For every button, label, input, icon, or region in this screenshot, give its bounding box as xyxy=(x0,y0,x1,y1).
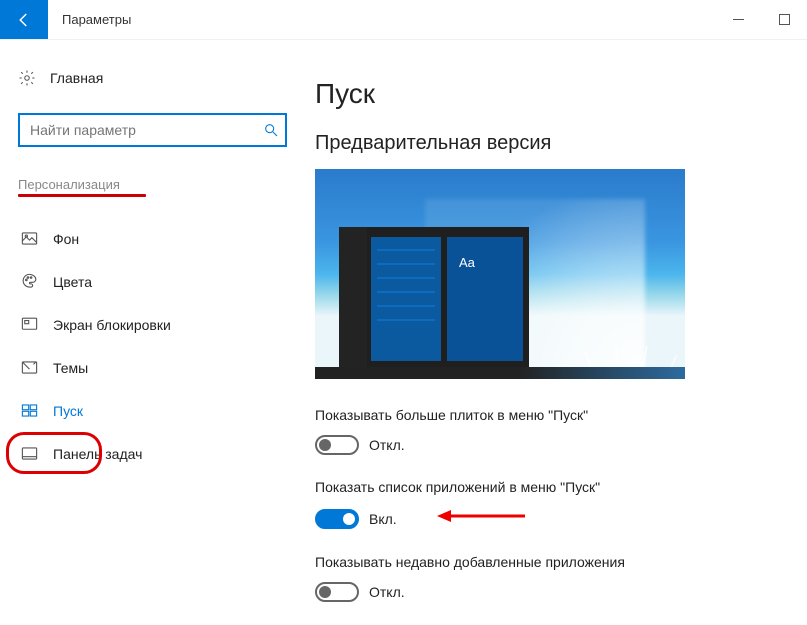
toggle-switch[interactable] xyxy=(315,435,359,455)
sidebar-item-label: Экран блокировки xyxy=(53,317,171,333)
taskbar-icon xyxy=(20,444,39,463)
home-nav[interactable]: Главная xyxy=(18,65,287,91)
toggle-label: Показать список приложений в меню "Пуск" xyxy=(315,479,787,495)
sidebar-item-label: Пуск xyxy=(53,403,83,419)
toggle-app-list: Показать список приложений в меню "Пуск"… xyxy=(315,479,787,530)
palette-icon xyxy=(20,272,39,291)
sidebar-item-background[interactable]: Фон xyxy=(18,217,287,260)
sidebar-item-label: Цвета xyxy=(53,274,92,290)
main-panel: Пуск Предварительная версия xyxy=(305,40,807,625)
content-area: Главная Персонализация Фон Цвета Экран б… xyxy=(0,40,807,625)
preview-start-menu: Aa xyxy=(339,227,529,367)
preview-tile-text: Aa xyxy=(447,237,523,270)
themes-icon xyxy=(20,358,39,377)
minimize-button[interactable] xyxy=(715,0,761,39)
red-arrow-annotation xyxy=(437,507,527,530)
preview-heading: Предварительная версия xyxy=(315,132,787,155)
section-header: Персонализация xyxy=(18,177,287,192)
page-title: Пуск xyxy=(315,78,787,110)
arrow-left-icon xyxy=(15,11,33,29)
home-label: Главная xyxy=(50,70,103,86)
toggle-state: Откл. xyxy=(369,437,405,453)
toggle-state: Откл. xyxy=(369,584,405,600)
toggle-label: Показывать больше плиток в меню "Пуск" xyxy=(315,407,787,423)
preview-image: Aa xyxy=(315,169,685,379)
start-icon xyxy=(20,401,39,420)
back-button[interactable] xyxy=(0,0,48,39)
red-underline-annotation xyxy=(18,194,146,197)
window-title: Параметры xyxy=(48,0,145,39)
gear-icon xyxy=(18,69,36,87)
preview-taskbar xyxy=(315,367,685,379)
search-wrap xyxy=(18,113,287,147)
toggle-more-tiles: Показывать больше плиток в меню "Пуск" О… xyxy=(315,407,787,455)
search-input[interactable] xyxy=(18,113,287,147)
toggle-switch[interactable] xyxy=(315,582,359,602)
sidebar-item-themes[interactable]: Темы xyxy=(18,346,287,389)
minimize-icon xyxy=(733,14,744,25)
maximize-button[interactable] xyxy=(761,0,807,39)
maximize-icon xyxy=(779,14,790,25)
toggle-state: Вкл. xyxy=(369,511,397,527)
toggle-recently-added: Показывать недавно добавленные приложени… xyxy=(315,554,787,602)
sidebar-item-label: Темы xyxy=(53,360,88,376)
toggle-label: Показывать недавно добавленные приложени… xyxy=(315,554,787,570)
sidebar-item-taskbar[interactable]: Панель задач xyxy=(18,432,287,475)
search-icon xyxy=(263,122,279,138)
sidebar-item-colors[interactable]: Цвета xyxy=(18,260,287,303)
sidebar: Главная Персонализация Фон Цвета Экран б… xyxy=(0,40,305,625)
sidebar-item-label: Фон xyxy=(53,231,79,247)
picture-icon xyxy=(20,229,39,248)
toggle-switch[interactable] xyxy=(315,509,359,529)
lockscreen-icon xyxy=(20,315,39,334)
titlebar: Параметры xyxy=(0,0,807,40)
sidebar-item-start[interactable]: Пуск xyxy=(18,389,287,432)
sidebar-item-lockscreen[interactable]: Экран блокировки xyxy=(18,303,287,346)
sidebar-item-label: Панель задач xyxy=(53,446,142,462)
